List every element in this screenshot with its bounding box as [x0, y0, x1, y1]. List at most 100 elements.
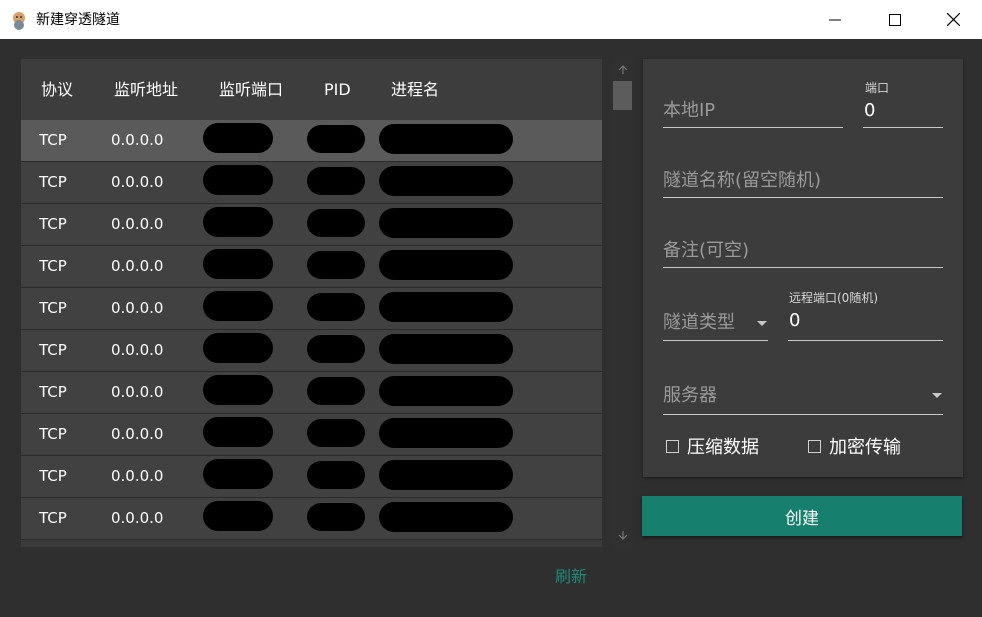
- compress-checkbox[interactable]: [666, 440, 679, 453]
- redacted-process-name: [379, 334, 513, 364]
- cell-protocol: TCP: [39, 173, 67, 191]
- header-listen-address[interactable]: 监听地址: [114, 79, 178, 101]
- cell-address: 0.0.0.0: [111, 131, 164, 149]
- redacted-pid: [307, 503, 365, 531]
- scroll-down-button[interactable]: [612, 526, 633, 546]
- redacted-pid: [307, 419, 365, 447]
- redacted-process-name: [379, 376, 513, 406]
- cell-protocol: TCP: [39, 131, 67, 149]
- tunnel-type-underline: [663, 340, 768, 341]
- cell-protocol: TCP: [39, 425, 67, 443]
- compress-label[interactable]: 压缩数据: [687, 436, 759, 460]
- local-ip-underline: [663, 127, 843, 128]
- redacted-pid: [307, 167, 365, 195]
- arrow-up-icon: [618, 65, 627, 74]
- app-mascot-icon: [13, 12, 25, 30]
- cell-protocol: TCP: [39, 215, 67, 233]
- server-select[interactable]: 服务器: [663, 384, 717, 408]
- redacted-port: [203, 249, 273, 279]
- chevron-down-icon: [757, 321, 767, 326]
- redacted-process-name: [379, 460, 513, 490]
- cell-address: 0.0.0.0: [111, 467, 164, 485]
- redacted-port: [203, 375, 273, 405]
- table-row[interactable]: TCP 0.0.0.0: [21, 498, 602, 540]
- redacted-process-name: [379, 166, 513, 196]
- redacted-pid: [307, 335, 365, 363]
- remark-underline: [663, 267, 943, 268]
- redacted-pid: [307, 251, 365, 279]
- scroll-thumb[interactable]: [613, 81, 632, 110]
- tunnel-name-input[interactable]: 隧道名称(留空随机): [663, 169, 821, 193]
- redacted-pid: [307, 377, 365, 405]
- redacted-pid: [307, 209, 365, 237]
- redacted-port: [203, 417, 273, 447]
- redacted-process-name: [379, 502, 513, 532]
- remark-input[interactable]: 备注(可空): [663, 239, 749, 263]
- redacted-process-name: [379, 250, 513, 280]
- table-row[interactable]: TCP 0.0.0.0: [21, 120, 602, 162]
- arrow-down-icon: [618, 531, 627, 540]
- table-row[interactable]: TCP 0.0.0.0: [21, 246, 602, 288]
- redacted-port: [203, 123, 273, 153]
- table-row[interactable]: TCP 0.0.0.0: [21, 330, 602, 372]
- maximize-icon: [889, 13, 901, 26]
- close-button[interactable]: [924, 0, 982, 39]
- cell-address: 0.0.0.0: [111, 341, 164, 359]
- header-protocol[interactable]: 协议: [41, 79, 73, 101]
- cell-protocol: TCP: [39, 299, 67, 317]
- header-process-name[interactable]: 进程名: [391, 79, 439, 101]
- table-row[interactable]: TCP 0.0.0.0: [21, 414, 602, 456]
- table-header: 协议 监听地址 监听端口 PID 进程名: [21, 59, 602, 120]
- cell-address: 0.0.0.0: [111, 173, 164, 191]
- table-scrollbar[interactable]: [612, 59, 633, 547]
- maximize-button[interactable]: [866, 0, 924, 39]
- port-input[interactable]: 0: [864, 99, 875, 123]
- chevron-down-icon: [932, 393, 942, 398]
- minimize-button[interactable]: [806, 0, 864, 39]
- redacted-process-name: [379, 292, 513, 322]
- redacted-process-name: [379, 418, 513, 448]
- port-underline: [863, 127, 943, 128]
- cell-protocol: TCP: [39, 383, 67, 401]
- scroll-up-button[interactable]: [612, 59, 633, 79]
- table-row[interactable]: TCP 0.0.0.0: [21, 288, 602, 330]
- table-row[interactable]: TCP 0.0.0.0: [21, 456, 602, 498]
- cell-address: 0.0.0.0: [111, 509, 164, 527]
- create-button[interactable]: 创建: [642, 496, 962, 536]
- redacted-process-name: [379, 124, 513, 154]
- cell-address: 0.0.0.0: [111, 383, 164, 401]
- encrypt-checkbox[interactable]: [808, 440, 821, 453]
- remote-port-input[interactable]: 0: [789, 309, 800, 333]
- redacted-pid: [307, 461, 365, 489]
- header-listen-port[interactable]: 监听端口: [219, 79, 283, 101]
- cell-protocol: TCP: [39, 509, 67, 527]
- port-label: 端口: [865, 81, 890, 95]
- title-bar: 新建穿透隧道: [0, 0, 982, 39]
- redacted-pid: [307, 125, 365, 153]
- window-title: 新建穿透隧道: [36, 12, 120, 28]
- table-row[interactable]: TCP 0.0.0.0: [21, 204, 602, 246]
- cell-address: 0.0.0.0: [111, 215, 164, 233]
- cell-address: 0.0.0.0: [111, 299, 164, 317]
- cell-address: 0.0.0.0: [111, 257, 164, 275]
- port-table: 协议 监听地址 监听端口 PID 进程名 TCP 0.0.0.0 TCP 0.0…: [21, 59, 602, 547]
- redacted-port: [203, 207, 273, 237]
- local-ip-input[interactable]: 本地IP: [663, 99, 715, 123]
- minimize-icon: [829, 19, 841, 20]
- table-row[interactable]: TCP 0.0.0.0: [21, 372, 602, 414]
- tunnel-type-select[interactable]: 隧道类型: [663, 311, 735, 335]
- remote-port-label: 远程端口(0随机): [789, 291, 878, 305]
- redacted-port: [203, 165, 273, 195]
- header-pid[interactable]: PID: [324, 79, 351, 101]
- encrypt-label[interactable]: 加密传输: [829, 436, 901, 460]
- tunnel-form-panel: 本地IP 端口 0 隧道名称(留空随机) 备注(可空) 隧道类型 远程端口(0随…: [643, 59, 963, 477]
- redacted-pid: [307, 293, 365, 321]
- cell-protocol: TCP: [39, 341, 67, 359]
- cell-protocol: TCP: [39, 467, 67, 485]
- table-row[interactable]: TCP 0.0.0.0: [21, 162, 602, 204]
- cell-protocol: TCP: [39, 257, 67, 275]
- redacted-process-name: [379, 208, 513, 238]
- redacted-port: [203, 291, 273, 321]
- redacted-port: [203, 501, 273, 531]
- refresh-link[interactable]: 刷新: [555, 566, 587, 588]
